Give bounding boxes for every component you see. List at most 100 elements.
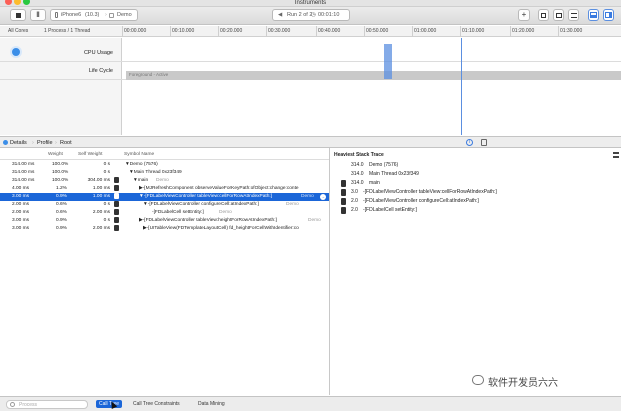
stack-frame[interactable]: 314.0 Main Thread 0x23f349 [331, 170, 621, 179]
user-icon [114, 193, 119, 199]
cell-self-weight: 2.00 ms [92, 210, 110, 215]
pause-button[interactable]: ‖ [30, 9, 46, 21]
strategy-button[interactable] [553, 9, 564, 21]
stack-frame[interactable]: 3.0 -[FDLabelViewController tableView:ce… [331, 188, 621, 197]
playhead[interactable] [461, 38, 462, 135]
cell-self-weight: 1.00 ms [92, 186, 110, 191]
table-row[interactable]: 2.00 ms 0.6% 2.00 ms -[FDLabelCell setEn… [0, 209, 329, 217]
add-instrument-button[interactable]: + [518, 9, 530, 21]
tick-label: 00:10.000 [172, 28, 195, 34]
tick-label: 01:10.000 [462, 28, 485, 34]
previous-run-icon[interactable]: ◀ [278, 10, 282, 20]
frame-weight: 314.0 [351, 162, 364, 168]
column-header-symbol[interactable]: Symbol Name [124, 152, 154, 157]
info-icon[interactable]: i [466, 139, 473, 146]
crumb-details[interactable]: Details [10, 140, 27, 146]
window-title: Instruments [294, 0, 327, 6]
detail-jump-bar: Details › Profile › Root i [0, 136, 621, 148]
record-settings-button[interactable] [538, 9, 549, 21]
frame-symbol: Main Thread 0x23f349 [369, 171, 419, 177]
cell-library: Demo [286, 202, 299, 207]
tab-data-mining[interactable]: Data Mining [195, 400, 228, 408]
tick-label: 01:30.000 [560, 28, 583, 34]
device-name: iPhone6 [61, 12, 82, 18]
call-tree-table: Weight Self Weight Symbol Name 314.00 ms… [0, 148, 330, 395]
frame-weight: 2.0 [351, 207, 358, 213]
stack-frame[interactable]: 2.0 -[FDLabelCell setEntity:] [331, 206, 621, 215]
tick-line [460, 26, 461, 37]
cell-symbol: ▼-[FDLabelViewController configureCell:a… [143, 202, 259, 207]
table-row[interactable]: 314.00 ms 100.0% 304.00 ms ▼main Demo [0, 177, 329, 185]
column-header-self-weight[interactable]: Self Weight [78, 152, 102, 157]
title-bar: Instruments [0, 0, 621, 7]
timeline-ruler-bar: All Cores 1 Process / 1 Thread 00:00.000… [0, 26, 621, 37]
stack-frame[interactable]: 314.0 main [331, 179, 621, 188]
frame-weight: 3.0 [351, 189, 358, 195]
user-icon [114, 201, 119, 207]
cell-symbol: ▼main [133, 178, 149, 183]
cell-weight-pct: 0.6% [56, 210, 67, 215]
table-row[interactable]: 4.00 ms 1.2% 1.00 ms ▶-[MJRefreshCompone… [0, 185, 329, 193]
cell-weight-ms: 314.00 ms [12, 162, 35, 167]
track-life-cycle[interactable]: Life Cycle Foreground - Active [0, 62, 621, 80]
wechat-icon [472, 375, 484, 385]
stack-options-icon[interactable] [613, 152, 619, 158]
process-thread-label: 1 Process / 1 Thread [44, 28, 91, 34]
cell-self-weight: 0 s [103, 162, 110, 167]
cell-weight-pct: 100.0% [52, 178, 69, 183]
tick-line [364, 26, 365, 37]
stop-record-button[interactable] [10, 9, 26, 21]
navigate-arrow-icon[interactable]: → [320, 194, 326, 200]
app-icon [109, 13, 114, 18]
frame-symbol: -[FDLabelViewController configureCell:at… [363, 198, 479, 204]
library-button[interactable] [568, 9, 579, 21]
table-row-selected[interactable]: 3.00 ms 0.9% 1.00 ms ▼-[FDLabelViewContr… [0, 193, 329, 201]
toggle-inspector-button[interactable] [603, 9, 614, 21]
run-label: Run 2 of 2 [287, 12, 313, 18]
device-icon [55, 12, 58, 18]
document-icon[interactable] [481, 139, 487, 146]
watermark-text: 软件开发员六六 [488, 378, 558, 389]
user-icon [341, 180, 346, 187]
user-icon [341, 198, 346, 205]
crumb-profile[interactable]: Profile [37, 140, 53, 146]
filter-field[interactable]: Process [6, 400, 88, 409]
table-row[interactable]: 314.00 ms 100.0% 0 s ▼Demo (7576) [0, 161, 329, 169]
user-icon [341, 189, 346, 196]
right-panel-icon [605, 12, 612, 18]
table-row[interactable]: 3.00 ms 0.9% 0 s ▶-[FDLabelViewControlle… [0, 217, 329, 225]
stop-icon [15, 13, 21, 18]
track-cpu-usage[interactable]: CPU Usage [0, 44, 621, 62]
cell-weight-ms: 314.00 ms [12, 178, 35, 183]
target-selector[interactable]: iPhone6 (10.3) › Demo [50, 9, 138, 21]
extended-detail-pane: Heaviest Stack Trace 314.0 Demo (7576) 3… [331, 148, 621, 395]
cell-weight-ms: 314.00 ms [12, 170, 35, 175]
cell-weight-pct: 0.9% [56, 218, 67, 223]
frame-weight: 314.0 [351, 171, 364, 177]
pause-icon: ‖ [36, 12, 40, 19]
cores-label: All Cores [8, 28, 29, 34]
tab-call-tree-constraints[interactable]: Call Tree Constraints [130, 400, 183, 408]
cell-weight-ms: 3.00 ms [12, 194, 30, 199]
user-icon [114, 177, 119, 183]
frame-symbol: -[FDLabelCell setEntity:] [363, 207, 417, 213]
filter-icon [10, 402, 15, 407]
filter-input[interactable]: Process [19, 401, 37, 409]
run-selector[interactable]: ◀ Run 2 of 2 ◷ 00:01:10 [272, 9, 350, 21]
cell-weight-pct: 100.0% [52, 162, 69, 167]
stack-frame[interactable]: 2.0 -[FDLabelViewController configureCel… [331, 197, 621, 206]
lifecycle-bar-label: Foreground - Active [129, 72, 169, 77]
tick-label: 00:00.000 [124, 28, 147, 34]
device-version: (10.3) [85, 12, 100, 18]
details-icon [3, 140, 8, 145]
crumb-root[interactable]: Root [60, 140, 72, 146]
stack-frame[interactable]: 314.0 Demo (7576) [331, 161, 621, 170]
column-header-weight[interactable]: Weight [48, 152, 63, 157]
table-row[interactable]: 3.00 ms 0.9% 2.00 ms ▶-[UITableView(FDTe… [0, 225, 329, 233]
table-row[interactable]: 2.00 ms 0.6% 0 s ▼-[FDLabelViewControlle… [0, 201, 329, 209]
separator-icon: › [105, 12, 107, 18]
crumb-separator: › [55, 140, 57, 146]
frame-symbol: main [369, 180, 380, 186]
toggle-detail-pane-button[interactable] [588, 9, 599, 21]
table-row[interactable]: 314.00 ms 100.0% 0 s ▼Main Thread 0x23f3… [0, 169, 329, 177]
